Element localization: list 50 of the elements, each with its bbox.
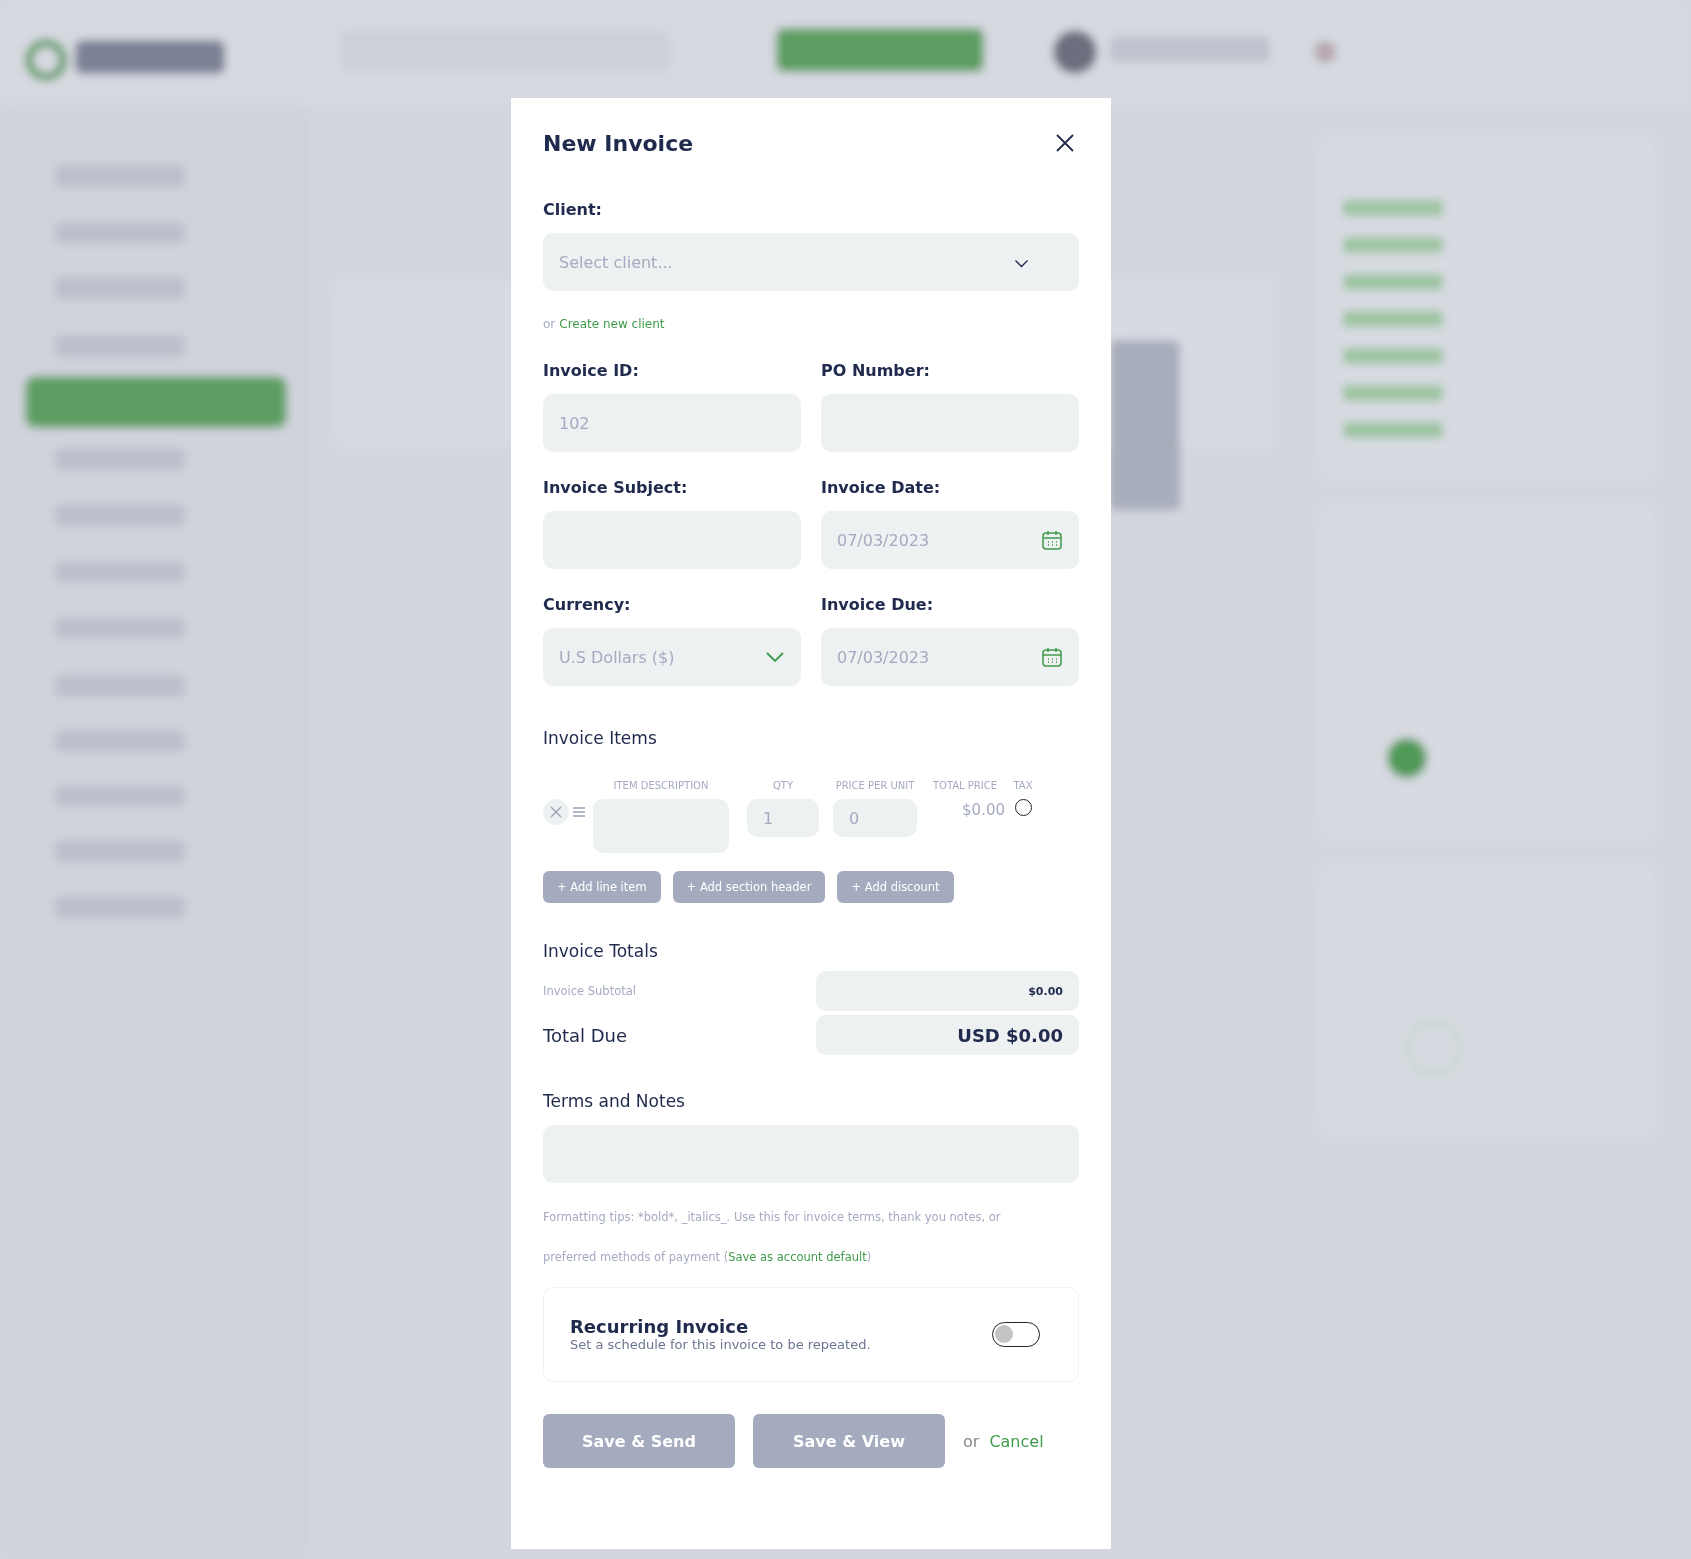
field-label: Invoice ID: (543, 361, 640, 380)
column-header: PRICE PER UNIT (834, 780, 916, 791)
column-header: TAX (1012, 780, 1034, 791)
column-header: TOTAL PRICE (931, 780, 999, 791)
total-due-value: USD $0.00 (816, 1015, 1079, 1055)
field-label: Invoice Due: (821, 595, 935, 614)
dialog-title: New Invoice (543, 130, 694, 156)
date-field[interactable]: 07/03/2023 (821, 628, 1079, 686)
recurring-subtitle: Set a schedule for this invoice to be repeated. (570, 1337, 871, 1352)
section-title: Invoice Totals (543, 941, 659, 961)
currency-select[interactable]: U.S Dollars ($) (543, 628, 801, 686)
field-label: Invoice Date: (821, 478, 942, 497)
remove-button[interactable] (543, 799, 569, 825)
qty-field[interactable]: 1 (747, 799, 819, 837)
add-button[interactable]: + Add line item (543, 871, 661, 903)
price-field[interactable]: 0 (833, 799, 917, 837)
field-label: PO Number: (821, 361, 931, 380)
text-field[interactable]: 102 (543, 394, 801, 452)
client-select[interactable]: Select client... (543, 233, 1079, 291)
field-label: Invoice Subject: (543, 478, 689, 497)
calendar-icon[interactable] (1041, 529, 1063, 551)
recurring-title: Recurring Invoice (570, 1317, 750, 1337)
save-button[interactable]: Save & Send (543, 1414, 735, 1468)
save-button[interactable]: Save & View (753, 1414, 945, 1468)
column-header: QTY (771, 780, 795, 791)
total-price: $0.00 (961, 800, 1005, 819)
date-field[interactable]: 07/03/2023 (821, 511, 1079, 569)
drag-handle-icon[interactable] (573, 806, 585, 818)
field-label: Currency: (543, 595, 632, 614)
save-default-link[interactable]: Save as account default (728, 1250, 867, 1264)
close-icon (1055, 133, 1075, 153)
recurring-toggle[interactable] (992, 1322, 1040, 1347)
section-title: Terms and Notes (543, 1091, 686, 1111)
total-due-label: Total Due (543, 1024, 629, 1046)
or-text: or (543, 317, 556, 331)
create-client-link[interactable]: Create new client (559, 317, 665, 331)
add-button[interactable]: + Add section header (672, 871, 826, 903)
cancel-link[interactable]: Cancel (989, 1431, 1044, 1451)
calendar-icon[interactable] (1041, 646, 1063, 668)
close-icon (550, 806, 562, 818)
field-label: Client: (543, 200, 603, 219)
subtotal-value: $0.00 (816, 971, 1079, 1011)
section-title: Invoice Items (543, 728, 658, 748)
formatting-tip: Formatting tips: *bold*, _italics_. Use this for invoice terms, thank you notes, or preferred methods of payment (Save as account default) (543, 1209, 1002, 1266)
column-header: ITEM DESCRIPTION (612, 780, 710, 791)
subtotal-label: Invoice Subtotal (543, 984, 637, 998)
add-button[interactable]: + Add discount (837, 871, 954, 903)
chevron-down-icon[interactable] (1014, 258, 1029, 268)
or-text: or (963, 1431, 980, 1451)
tax-radio[interactable] (1014, 799, 1032, 816)
